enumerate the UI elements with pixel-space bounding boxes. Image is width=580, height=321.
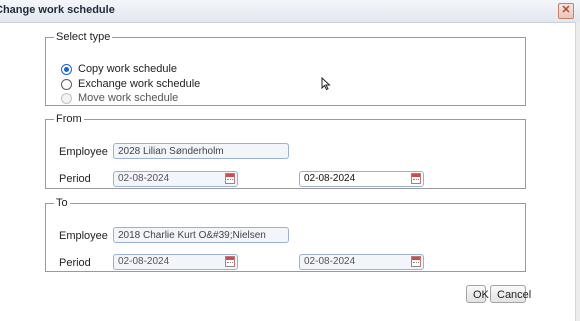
from-period-end-value: 02-08-2024 [304, 173, 356, 184]
to-legend: To [56, 197, 68, 209]
ok-button[interactable]: OK [466, 285, 489, 303]
calendar-icon[interactable] [225, 173, 235, 184]
calendar-icon[interactable] [411, 256, 421, 267]
to-period-start-field[interactable]: 02-08-2024 [113, 254, 238, 270]
move-schedule-label: Move work schedule [78, 92, 179, 104]
dialog-titlebar: Change work schedule ✕ [0, 0, 580, 23]
from-period-label: Period [59, 173, 91, 185]
exchange-schedule-label[interactable]: Exchange work schedule [78, 78, 200, 90]
dialog-title: Change work schedule [0, 4, 115, 16]
move-schedule-radio [61, 92, 72, 104]
cancel-button[interactable]: Cancel [490, 285, 531, 303]
to-employee-field[interactable]: 2018 Charlie Kurt O&#39;Nielsen [113, 227, 289, 243]
to-employee-label: Employee [59, 230, 108, 242]
select-type-group: Select type Copy work schedule Exchange … [45, 31, 526, 106]
to-period-label: Period [59, 257, 91, 269]
calendar-icon[interactable] [225, 256, 235, 267]
from-employee-field[interactable]: 2028 Lilian Sønderholm [113, 143, 289, 159]
copy-schedule-label[interactable]: Copy work schedule [78, 63, 177, 75]
copy-schedule-option[interactable]: Copy work schedule [61, 62, 177, 76]
to-group: To Employee 2018 Charlie Kurt O&#39;Niel… [45, 197, 526, 272]
from-period-start-value: 02-08-2024 [118, 173, 170, 184]
move-schedule-option: Move work schedule [61, 91, 178, 105]
copy-schedule-radio[interactable] [61, 63, 72, 75]
to-period-end-value: 02-08-2024 [304, 256, 356, 267]
to-period-end-field[interactable]: 02-08-2024 [299, 254, 424, 270]
exchange-schedule-option[interactable]: Exchange work schedule [61, 77, 200, 91]
to-period-start-value: 02-08-2024 [118, 256, 170, 267]
from-period-end-field[interactable]: 02-08-2024 [299, 171, 424, 187]
close-icon[interactable]: ✕ [558, 3, 574, 19]
select-type-legend: Select type [56, 31, 111, 43]
from-period-start-field[interactable]: 02-08-2024 [113, 171, 238, 187]
exchange-schedule-radio[interactable] [61, 78, 72, 90]
calendar-icon[interactable] [411, 173, 421, 184]
from-employee-label: Employee [59, 146, 108, 158]
from-group: From Employee 2028 Lilian Sønderholm Per… [45, 113, 526, 189]
from-legend: From [56, 113, 82, 125]
dialog-scroll-edge [575, 22, 580, 321]
